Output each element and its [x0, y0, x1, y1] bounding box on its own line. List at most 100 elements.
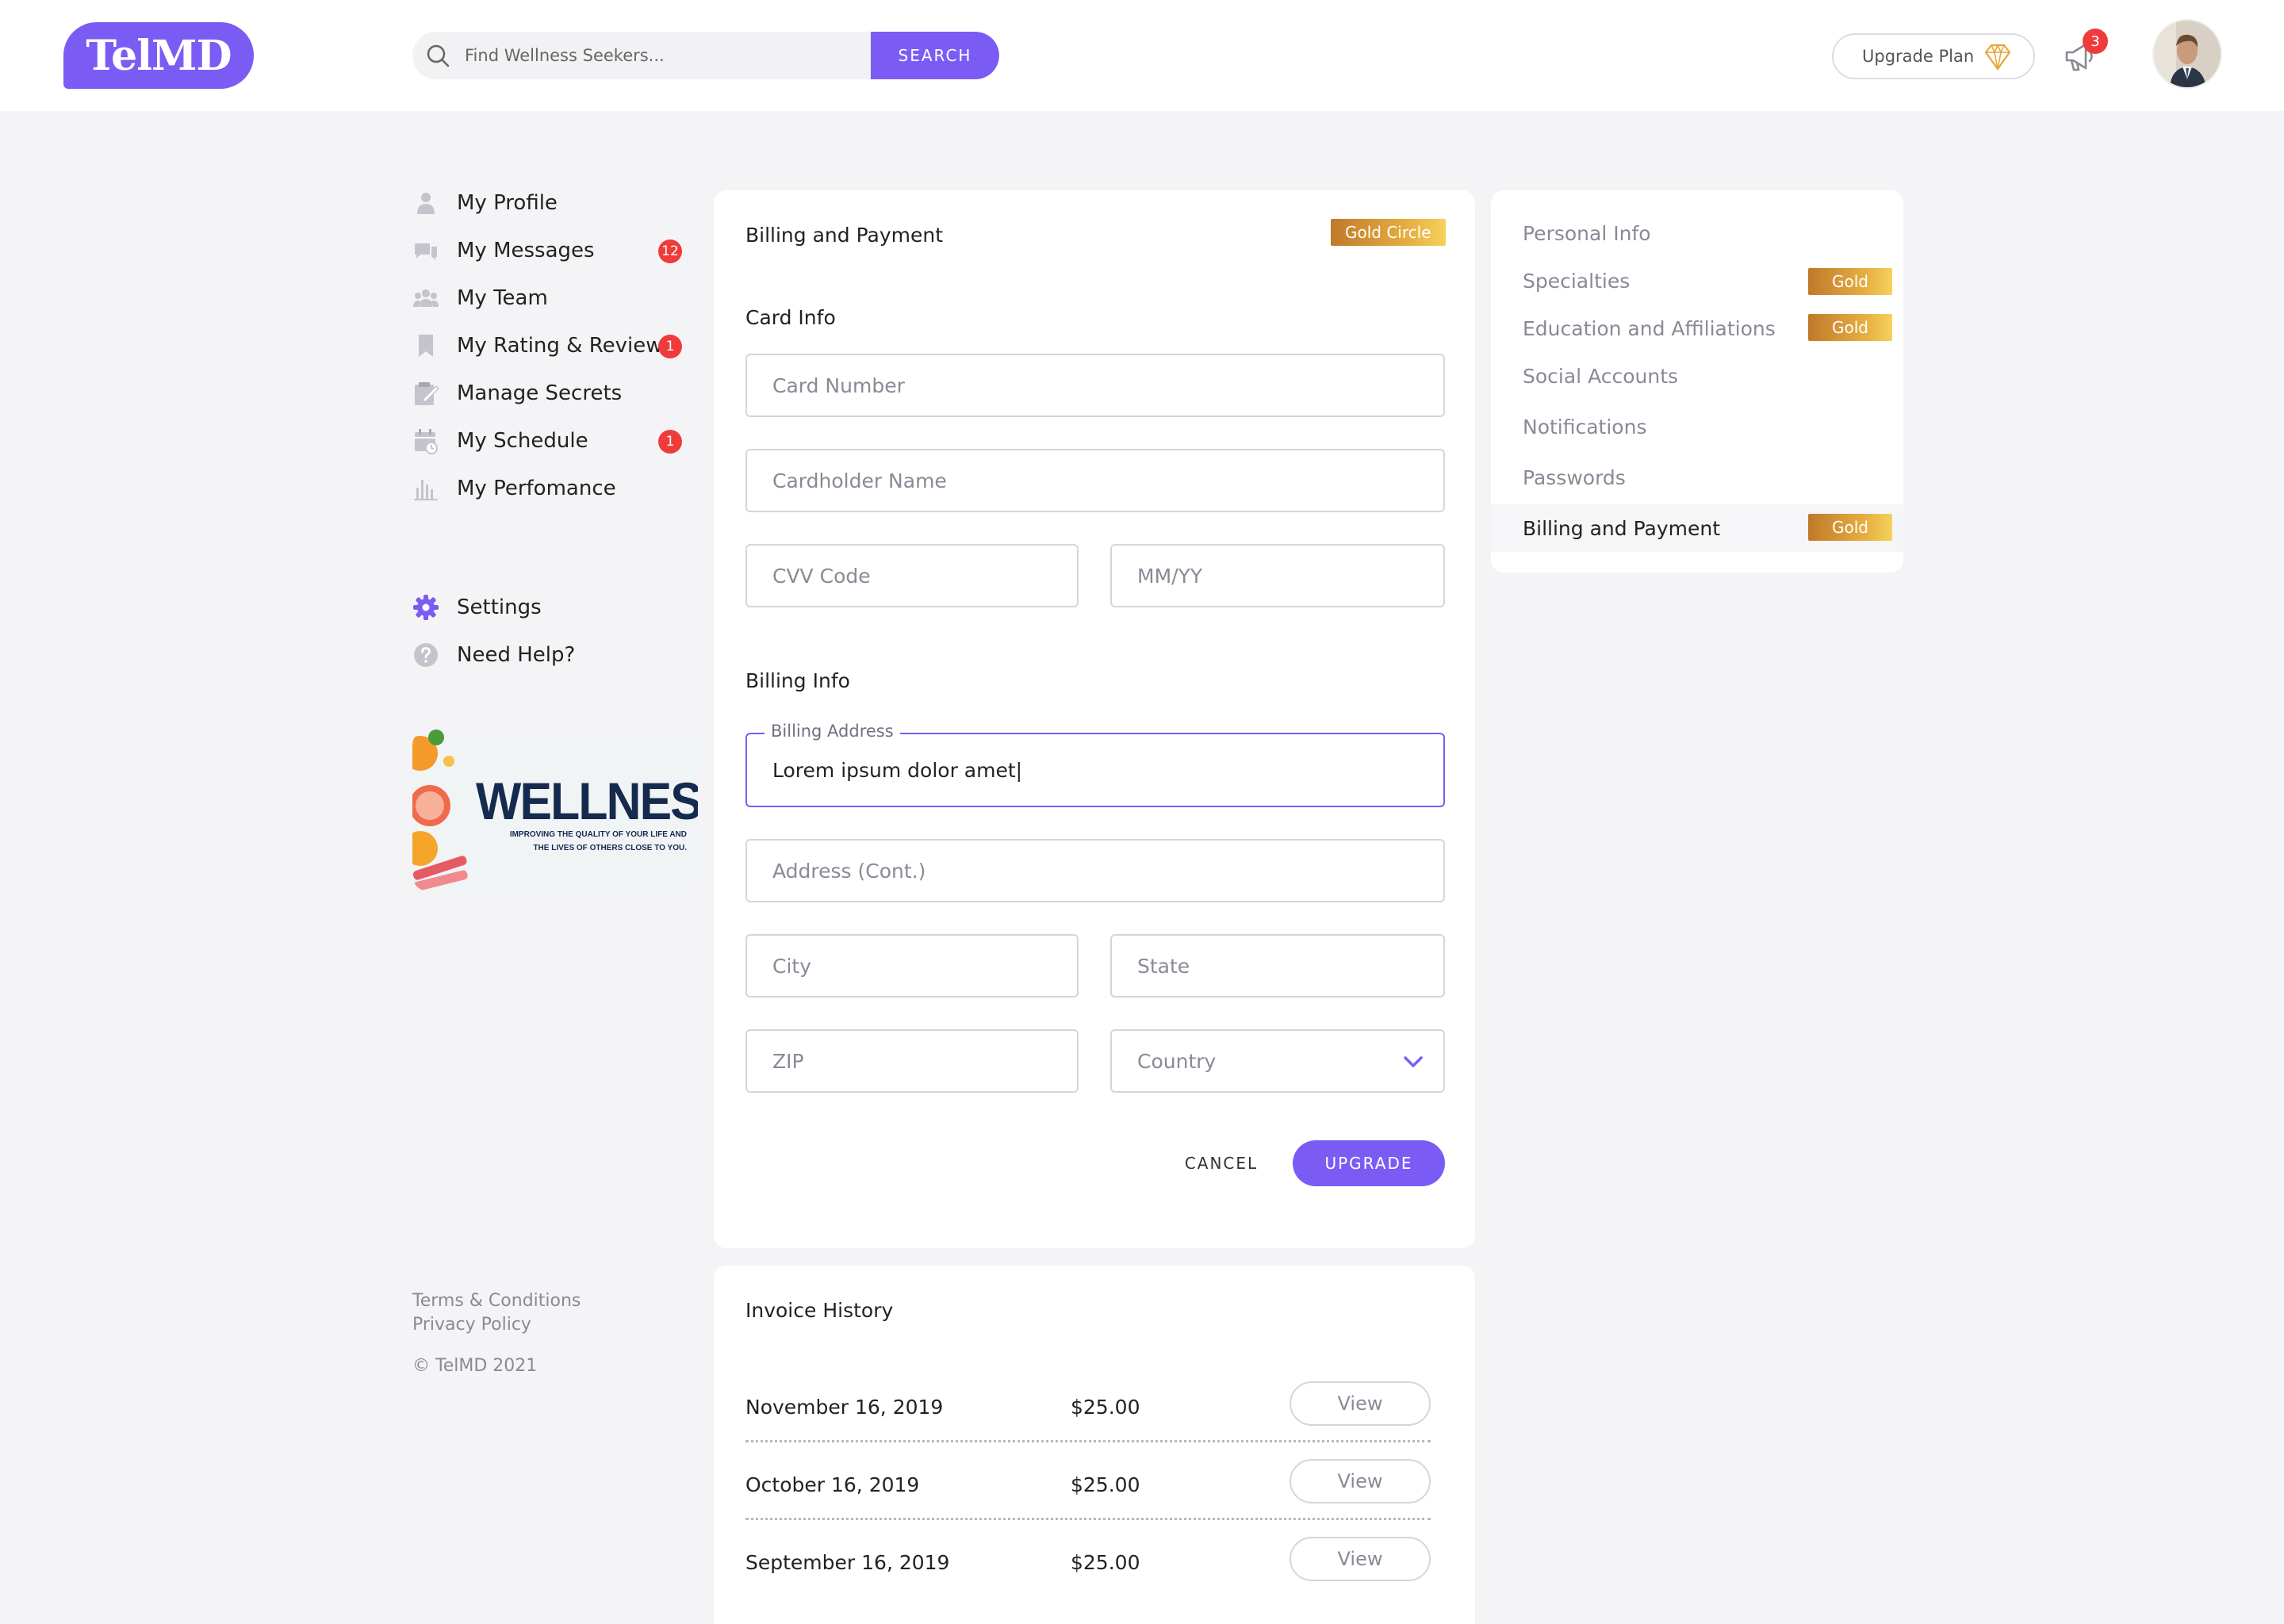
privacy-link[interactable]: Privacy Policy	[412, 1313, 581, 1337]
copyright: © TelMD 2021	[412, 1356, 538, 1376]
settings-item-label: Notifications	[1523, 416, 1647, 439]
sidebar-item-manage-secrets[interactable]: Manage Secrets	[412, 376, 682, 411]
settings-item-specialties[interactable]: Specialties Gold	[1491, 259, 1903, 306]
wellness-promo-banner[interactable]: WELLNESS IMPROVING THE QUALITY OF YOUR L…	[412, 730, 698, 891]
cvv-input[interactable]	[747, 546, 1077, 606]
wellness-subtitle: IMPROVING THE QUALITY OF YOUR LIFE AND T…	[509, 830, 687, 852]
search-button[interactable]: SEARCH	[871, 32, 999, 79]
billing-payment-card: Billing and Payment Gold Circle Card Inf…	[714, 190, 1475, 1248]
bookmark-icon	[419, 335, 433, 357]
sidebar-item-my-messages[interactable]: My Messages 12	[412, 233, 682, 268]
row-divider	[745, 1440, 1431, 1442]
cardholder-name-input[interactable]	[747, 450, 1443, 511]
state-input[interactable]	[1112, 936, 1443, 996]
settings-item-label: Specialties	[1523, 270, 1631, 293]
address-cont-input[interactable]	[747, 841, 1443, 901]
settings-item-label: Billing and Payment	[1523, 517, 1721, 540]
wellness-title: WELLNESS	[476, 772, 698, 830]
cvv-field[interactable]	[745, 544, 1079, 607]
city-field[interactable]	[745, 934, 1079, 998]
settings-item-label: Social Accounts	[1523, 365, 1679, 388]
invoice-row: September 16, 2019 $25.00 View	[745, 1527, 1431, 1603]
search-icon	[427, 44, 450, 67]
messages-badge: 12	[658, 239, 682, 263]
team-icon	[413, 289, 439, 307]
zip-field[interactable]	[745, 1029, 1079, 1093]
view-invoice-button[interactable]: View	[1290, 1537, 1431, 1581]
invoice-date: September 16, 2019	[745, 1551, 950, 1574]
invoice-history-title: Invoice History	[745, 1299, 894, 1322]
invoice-date: November 16, 2019	[745, 1396, 944, 1419]
gold-circle-tag: Gold Circle	[1331, 219, 1446, 246]
address-cont-field[interactable]	[745, 839, 1445, 902]
sidebar-item-settings[interactable]: Settings	[412, 590, 682, 625]
settings-item-social-accounts[interactable]: Social Accounts	[1491, 354, 1903, 401]
zip-input[interactable]	[747, 1031, 1077, 1091]
upgrade-plan-button[interactable]: Upgrade Plan	[1832, 33, 2035, 79]
billing-address-input[interactable]	[747, 734, 1443, 806]
help-icon	[414, 643, 438, 667]
settings-item-personal-info[interactable]: Personal Info	[1491, 211, 1903, 259]
settings-menu-card: Personal Info Specialties Gold Education…	[1491, 190, 1903, 573]
card-number-input[interactable]	[747, 355, 1443, 416]
state-field[interactable]	[1110, 934, 1445, 998]
settings-item-notifications[interactable]: Notifications	[1491, 404, 1903, 452]
sidebar-item-my-profile[interactable]: My Profile	[412, 186, 682, 220]
upgrade-plan-label: Upgrade Plan	[1862, 47, 1975, 66]
settings-item-education-affiliations[interactable]: Education and Affiliations Gold	[1491, 306, 1903, 354]
terms-link[interactable]: Terms & Conditions	[412, 1289, 581, 1313]
cancel-button[interactable]: CANCEL	[1142, 1140, 1301, 1186]
city-input[interactable]	[747, 936, 1077, 996]
gear-icon	[413, 595, 439, 620]
billing-info-heading: Billing Info	[745, 669, 850, 692]
sidebar-item-my-team[interactable]: My Team	[412, 281, 682, 316]
edit-icon	[415, 382, 439, 405]
invoice-amount: $25.00	[1071, 1473, 1140, 1496]
invoice-amount: $25.00	[1071, 1551, 1140, 1574]
reviews-badge: 1	[658, 335, 682, 358]
card-info-heading: Card Info	[745, 306, 836, 329]
invoice-date: October 16, 2019	[745, 1473, 920, 1496]
row-divider	[745, 1518, 1431, 1520]
sidebar-item-label: My Profile	[457, 191, 558, 215]
sidebar-item-label: My Schedule	[457, 429, 588, 453]
telmd-logo[interactable]: TelMD	[63, 22, 254, 89]
country-select[interactable]	[1110, 1029, 1445, 1093]
search-bar: SEARCH	[412, 32, 999, 79]
expiry-input[interactable]	[1112, 546, 1443, 606]
avatar-image	[2154, 21, 2221, 87]
view-invoice-button[interactable]: View	[1290, 1381, 1431, 1426]
settings-item-label: Education and Affiliations	[1523, 317, 1776, 340]
sidebar-item-label: Settings	[457, 596, 542, 619]
country-input[interactable]	[1112, 1031, 1443, 1091]
sidebar-item-need-help[interactable]: Need Help?	[412, 638, 682, 672]
invoice-row: October 16, 2019 $25.00 View	[745, 1450, 1431, 1526]
card-title: Billing and Payment	[745, 224, 944, 247]
sidebar-item-label: Manage Secrets	[457, 381, 623, 405]
settings-item-label: Passwords	[1523, 466, 1626, 489]
sidebar-item-label: Need Help?	[457, 643, 576, 667]
search-input[interactable]	[465, 32, 798, 79]
notification-badge: 3	[2083, 29, 2108, 54]
chevron-down-icon	[1404, 1056, 1423, 1067]
avatar[interactable]	[2154, 21, 2221, 87]
diamond-icon	[1984, 44, 2011, 71]
upgrade-button[interactable]: UPGRADE	[1293, 1140, 1445, 1186]
chart-icon	[414, 480, 438, 500]
settings-item-billing-payment[interactable]: Billing and Payment Gold	[1491, 504, 1903, 552]
sidebar-item-my-schedule[interactable]: My Schedule 1	[412, 423, 682, 458]
expiry-field[interactable]	[1110, 544, 1445, 607]
billing-address-field[interactable]: Billing Address	[745, 722, 1445, 807]
sidebar-item-label: My Messages	[457, 239, 595, 262]
gold-tag: Gold	[1808, 514, 1892, 541]
sidebar-item-my-rating-reviews[interactable]: My Rating & Reviews 1	[412, 328, 682, 363]
invoice-history-card: Invoice History November 16, 2019 $25.00…	[714, 1266, 1475, 1624]
card-number-field[interactable]	[745, 354, 1445, 417]
chat-icon	[415, 243, 437, 260]
settings-item-passwords[interactable]: Passwords	[1491, 455, 1903, 503]
view-invoice-button[interactable]: View	[1290, 1459, 1431, 1503]
sidebar-item-my-performance[interactable]: My Perfomance	[412, 471, 682, 506]
settings-item-label: Personal Info	[1523, 222, 1651, 245]
cardholder-name-field[interactable]	[745, 449, 1445, 512]
top-bar: TelMD SEARCH Upgrade Plan 3	[0, 0, 2284, 111]
